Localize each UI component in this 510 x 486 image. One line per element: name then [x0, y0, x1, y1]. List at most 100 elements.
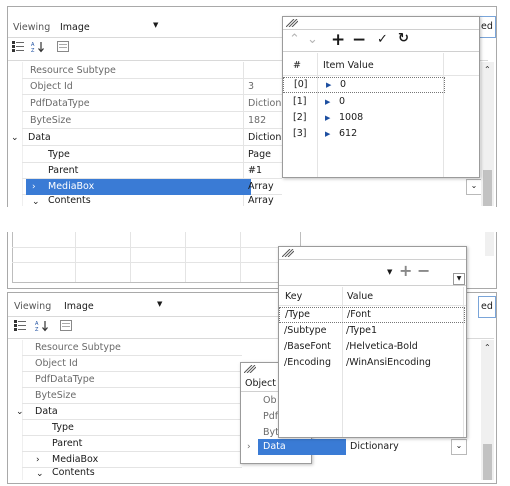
property-value: Page [248, 149, 271, 160]
add-item-icon[interactable]: + [331, 30, 345, 50]
vertical-scrollbar[interactable]: ⌃ [481, 62, 494, 206]
property-label: MediaBox [48, 181, 95, 192]
overflow-menu-icon[interactable]: ▼ [453, 273, 465, 285]
property-row[interactable]: Object Id [8, 356, 238, 372]
move-down-icon[interactable]: ⌄ [307, 32, 318, 47]
property-row[interactable]: ⌄ Contents [8, 468, 238, 480]
dict-entry-value: /WinAnsiEncoding [346, 357, 431, 368]
apply-button[interactable]: ed [478, 296, 496, 318]
expand-chevron-icon[interactable]: › [247, 442, 251, 452]
property-row[interactable]: Resource Subtype [8, 63, 284, 79]
dict-entry-value: /Font [347, 309, 371, 320]
property-row[interactable]: Type [8, 420, 238, 436]
remove-item-icon[interactable]: − [352, 30, 366, 50]
remove-entry-icon[interactable]: − [417, 261, 430, 280]
property-label: Contents [52, 468, 95, 478]
property-label: PdfDataType [30, 98, 90, 109]
property-row[interactable]: › MediaBox [8, 452, 238, 468]
array-item-row[interactable]: [0] ▶ 0 [283, 77, 445, 93]
collapse-chevron-icon[interactable]: ⌄ [16, 404, 24, 420]
dict-entry-row[interactable]: /Encoding /WinAnsiEncoding [279, 355, 463, 371]
apply-button[interactable]: ed [478, 16, 496, 38]
dict-entry-key: /BaseFont [284, 341, 332, 352]
chevron-down-icon: ▼ [157, 300, 163, 308]
array-item-index: [2] [293, 112, 307, 123]
property-label: Type [48, 149, 70, 160]
add-entry-icon[interactable]: + [399, 261, 412, 280]
dict-entry-key: /Subtype [284, 325, 327, 336]
dict-entry-key: /Encoding [284, 357, 331, 368]
expand-triangle-icon[interactable]: ▶ [326, 78, 331, 92]
property-row[interactable]: ByteSize [8, 388, 238, 404]
property-row[interactable]: PdfDataType [8, 372, 238, 388]
dict-entry-row[interactable]: /Type /Font [279, 307, 465, 323]
property-pages-icon[interactable] [55, 41, 71, 57]
property-row[interactable]: Type Page [8, 147, 284, 163]
scroll-up-icon[interactable]: ⌃ [484, 65, 491, 74]
viewing-select[interactable]: Image ▼ [62, 298, 166, 314]
categorized-icon[interactable] [10, 41, 26, 57]
property-row[interactable]: Resource Subtype [8, 340, 238, 356]
dropdown-small-icon[interactable]: ▼ [387, 268, 392, 276]
column-header-value: Value [347, 291, 374, 302]
move-up-icon[interactable]: ⌃ [289, 32, 300, 47]
accept-check-icon[interactable]: ✓ [377, 32, 388, 47]
property-label: Type [52, 422, 74, 433]
vertical-scrollbar[interactable]: ⌃ [481, 340, 494, 480]
property-row-data[interactable]: ⌄ Data Diction [8, 130, 284, 146]
expand-chevron-icon[interactable]: › [36, 452, 40, 468]
dropdown-arrow-icon[interactable]: ⌄ [451, 439, 467, 455]
property-row[interactable]: Parent #1 [8, 163, 284, 179]
array-item-row[interactable]: [2] ▶ 1008 [283, 110, 443, 126]
resize-grip-icon[interactable] [285, 18, 299, 28]
property-row[interactable]: ByteSize 182 [8, 113, 284, 129]
property-label: Object Id [35, 358, 78, 369]
collapse-chevron-icon[interactable]: ⌄ [36, 468, 44, 480]
property-row[interactable]: PdfDataType Diction [8, 96, 284, 112]
property-row[interactable]: Parent [8, 436, 238, 452]
array-editor-popup: ⌃ ⌄ + − ✓ ↻ # Item Value [0] ▶ 0 [1] ▶ 0… [282, 16, 480, 178]
dictionary-editor-popup: ▼ + − ▼ Key Value /Type /Font /Subtype /… [278, 246, 467, 438]
expand-chevron-icon[interactable]: › [32, 179, 36, 195]
property-row-selected[interactable]: › MediaBox Array ⌄ [8, 179, 482, 195]
collapse-chevron-icon[interactable]: ⌄ [32, 196, 40, 206]
dropdown-arrow-icon[interactable]: ⌄ [466, 179, 482, 195]
array-item-row[interactable]: [3] ▶ 612 [283, 126, 443, 142]
expand-triangle-icon[interactable]: ▶ [325, 94, 330, 110]
object-popup-data-row[interactable]: Data Dictionary ⌄ [258, 439, 467, 455]
refresh-icon[interactable]: ↻ [398, 31, 409, 46]
resize-grip-icon[interactable] [243, 364, 257, 374]
property-value: 3 [248, 81, 255, 92]
array-item-value: 612 [339, 128, 358, 139]
property-label: PdfDataType [35, 374, 95, 385]
viewing-label: Viewing [14, 301, 52, 312]
sort-alphabetical-icon[interactable]: AZ [30, 41, 46, 57]
property-label: Resource Subtype [35, 342, 121, 353]
object-popup-row[interactable]: Pdf [263, 411, 278, 422]
property-row[interactable]: Object Id 3 [8, 79, 284, 95]
dict-entry-value: /Type1 [346, 325, 378, 336]
scroll-up-icon[interactable]: ⌃ [484, 343, 491, 352]
property-label: Data [35, 406, 58, 417]
resize-grip-icon[interactable] [281, 248, 295, 258]
dict-entry-row[interactable]: /BaseFont /Helvetica-Bold [279, 339, 463, 355]
categorized-icon[interactable] [12, 320, 28, 336]
bottom-grid-scrollbar[interactable] [485, 232, 494, 256]
array-item-row[interactable]: [1] ▶ 0 [283, 94, 443, 110]
property-pages-icon[interactable] [58, 320, 74, 336]
collapse-chevron-icon[interactable]: ⌄ [11, 130, 19, 146]
expand-triangle-icon[interactable]: ▶ [325, 110, 330, 126]
svg-text:Z: Z [31, 48, 35, 53]
array-item-value: 0 [339, 96, 346, 107]
property-label: Parent [48, 165, 79, 176]
property-row[interactable]: ⌄ Contents Array [8, 196, 284, 206]
property-row-data[interactable]: ⌄ Data [8, 404, 238, 420]
svg-text:Z: Z [35, 327, 39, 332]
expand-triangle-icon[interactable]: ▶ [325, 126, 330, 142]
object-popup-row[interactable]: Byt [263, 427, 279, 438]
dict-entry-row[interactable]: /Subtype /Type1 [279, 323, 463, 339]
viewing-select[interactable]: Image ▼ [58, 19, 162, 35]
column-header-item-value: Item Value [323, 60, 374, 71]
object-popup-row[interactable]: Ob [263, 395, 277, 406]
sort-alphabetical-icon[interactable]: AZ [34, 320, 50, 336]
